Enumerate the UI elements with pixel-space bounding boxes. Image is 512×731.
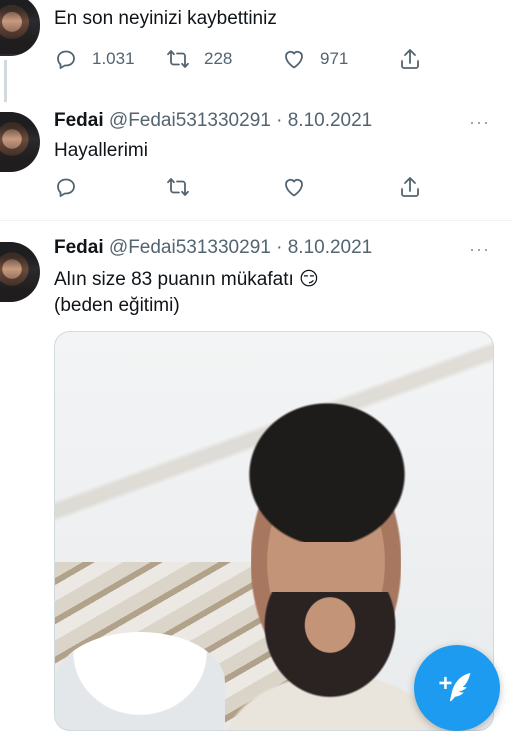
avatar[interactable] xyxy=(0,0,40,56)
reply-count: 1.031 xyxy=(92,49,135,68)
retweet-button[interactable]: 228 xyxy=(166,46,232,72)
thread-line xyxy=(4,60,7,102)
like-button[interactable]: 971 xyxy=(282,46,348,72)
heart-icon xyxy=(285,178,303,197)
separator-dot: · xyxy=(276,110,283,131)
tweet-date[interactable]: 8.10.2021 xyxy=(288,237,373,258)
more-options-icon[interactable]: ··· xyxy=(469,112,490,133)
author-name[interactable]: Fedai xyxy=(54,237,104,258)
retweet-button[interactable] xyxy=(166,174,190,200)
tweet-date[interactable]: 8.10.2021 xyxy=(288,110,373,131)
author-handle[interactable]: @Fedai531330291 xyxy=(109,110,271,131)
retweet-count: 228 xyxy=(204,49,233,68)
separator-dot: · xyxy=(276,237,283,258)
tweet-actions xyxy=(54,174,434,200)
share-icon xyxy=(401,49,419,69)
author-name[interactable]: Fedai xyxy=(54,110,104,131)
compose-tweet-button[interactable] xyxy=(414,645,500,731)
reply-button[interactable]: 1.031 xyxy=(54,46,135,72)
tweet-header: Fedai @Fedai531330291 · 8.10.2021 xyxy=(54,237,372,259)
share-icon xyxy=(401,177,419,197)
like-count: 971 xyxy=(320,49,349,68)
tweet-header: Fedai @Fedai531330291 · 8.10.2021 xyxy=(54,110,372,132)
photo-person-beard xyxy=(260,592,400,702)
reply-icon xyxy=(57,50,75,69)
like-button[interactable] xyxy=(282,174,306,200)
author-handle[interactable]: @Fedai531330291 xyxy=(109,237,271,258)
compose-tweet-icon xyxy=(439,672,471,702)
retweet-icon xyxy=(167,178,189,196)
retweet-icon xyxy=(167,50,189,68)
photo-bucket xyxy=(55,632,225,730)
tweet-text-line-2: (beden eğitimi) xyxy=(54,295,180,316)
reply-icon xyxy=(57,178,75,197)
tweet-1[interactable]: En son neyinizi kaybettiniz 1.031 228 97… xyxy=(0,0,512,102)
photo-person-hair xyxy=(237,392,417,542)
tweet-text: Hayallerimi xyxy=(54,140,148,161)
share-button[interactable] xyxy=(398,46,422,72)
heart-icon xyxy=(285,50,303,69)
tweet-2[interactable]: Fedai @Fedai531330291 · 8.10.2021 ··· Ha… xyxy=(0,100,512,220)
more-options-icon[interactable]: ··· xyxy=(469,239,490,260)
tweet-actions: 1.031 228 971 xyxy=(54,46,434,72)
avatar[interactable] xyxy=(0,242,40,302)
avatar[interactable] xyxy=(0,112,40,172)
reply-button[interactable] xyxy=(54,174,78,200)
tweet-divider xyxy=(0,220,512,221)
share-button[interactable] xyxy=(398,174,422,200)
tweet-text-line-1: Alın size 83 puanın mükafatı 😏 xyxy=(54,269,319,290)
tweet-text: En son neyinizi kaybettiniz xyxy=(54,8,277,29)
